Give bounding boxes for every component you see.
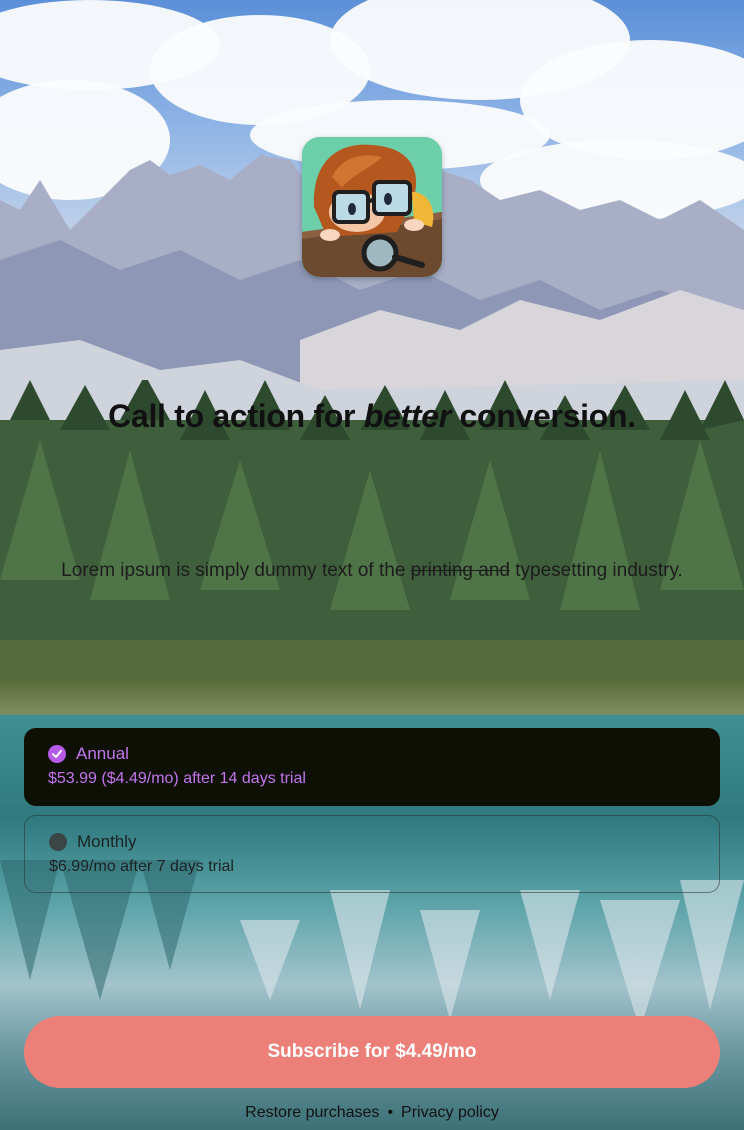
plan-option-monthly[interactable]: Monthly $6.99/mo after 7 days trial: [24, 815, 720, 893]
subtitle-after: typesetting industry.: [509, 560, 683, 581]
plan-price: $53.99 ($4.49/mo) after 14 days trial: [48, 770, 306, 787]
headline-part2: conversion.: [450, 398, 637, 434]
subscribe-button[interactable]: Subscribe for $4.49/mo: [24, 1016, 720, 1088]
app-icon: [302, 137, 442, 277]
headline-emphasis: better: [363, 398, 451, 434]
headline: Call to action for better conversion.: [0, 398, 744, 435]
plan-option-annual[interactable]: Annual $53.99 ($4.49/mo) after 14 days t…: [24, 728, 720, 806]
headline-part1: Call to action for: [108, 398, 364, 434]
footer-links: Restore purchases • Privacy policy: [0, 1104, 744, 1122]
privacy-policy-link[interactable]: Privacy policy: [401, 1104, 499, 1121]
plan-name: Annual: [76, 744, 129, 763]
checkmark-radio-icon: [48, 745, 66, 763]
plan-price: $6.99/mo after 7 days trial: [49, 858, 234, 875]
subtitle: Lorem ipsum is simply dummy text of the …: [0, 560, 744, 582]
restore-purchases-link[interactable]: Restore purchases: [245, 1104, 379, 1121]
plan-name: Monthly: [77, 832, 137, 851]
radio-unchecked-icon: [49, 833, 67, 851]
separator-dot: •: [387, 1104, 394, 1121]
detective-kid-icon: [302, 137, 442, 277]
subtitle-struck: printing and: [410, 560, 510, 581]
subtitle-before: Lorem ipsum is simply dummy text of the: [61, 560, 411, 581]
